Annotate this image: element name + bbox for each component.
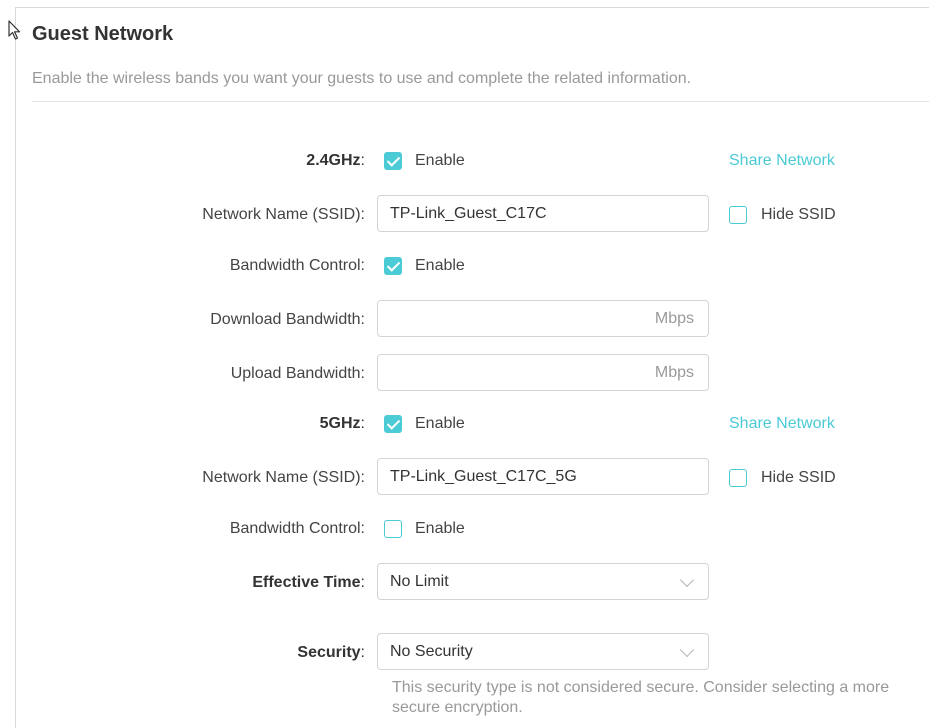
- security-row: Security: No Security: [0, 633, 929, 673]
- security-value: No Security: [390, 643, 473, 660]
- effective-time-row: Effective Time: No Limit: [0, 563, 929, 603]
- effective-time-value: No Limit: [390, 573, 449, 590]
- security-select[interactable]: No Security: [377, 633, 709, 670]
- band-5-bandwidth-control-row: Bandwidth Control: Enable: [0, 509, 929, 549]
- band-5-hide-ssid-label: Hide SSID: [761, 469, 836, 486]
- page-description: Enable the wireless bands you want your …: [32, 70, 692, 87]
- band-24-ssid-row: Network Name (SSID): TP-Link_Guest_C17C …: [0, 195, 929, 235]
- band-24-row: 2.4GHz: Enable Share Network: [0, 141, 929, 181]
- band-24-enable-checkbox[interactable]: [384, 152, 402, 170]
- band-5-bandwidth-control-checkbox[interactable]: [384, 520, 402, 538]
- band-5-bandwidth-control-enable-label: Enable: [415, 520, 465, 537]
- band-5-enable-label: Enable: [415, 415, 465, 432]
- panel-top-border: [15, 7, 929, 8]
- section-divider: [32, 101, 929, 102]
- band-24-ssid-input[interactable]: TP-Link_Guest_C17C: [377, 195, 709, 232]
- band-5-hide-ssid-checkbox[interactable]: [729, 469, 747, 487]
- upload-bandwidth-input[interactable]: Mbps: [377, 354, 709, 391]
- band-5-share-network-link[interactable]: Share Network: [729, 404, 835, 444]
- effective-time-select[interactable]: No Limit: [377, 563, 709, 600]
- download-bandwidth-label: Download Bandwidth:: [210, 311, 365, 328]
- band-24-bandwidth-control-enable-label: Enable: [415, 257, 465, 274]
- band-5-enable-checkbox[interactable]: [384, 415, 402, 433]
- band-5-label: 5GHz:: [319, 415, 365, 432]
- security-label: Security:: [297, 644, 365, 661]
- upload-bandwidth-row: Upload Bandwidth: Mbps: [0, 354, 929, 394]
- band-24-bandwidth-control-row: Bandwidth Control: Enable: [0, 246, 929, 286]
- band-24-bandwidth-control-checkbox[interactable]: [384, 257, 402, 275]
- upload-bandwidth-label: Upload Bandwidth:: [230, 365, 365, 382]
- download-bandwidth-row: Download Bandwidth: Mbps: [0, 300, 929, 340]
- band-5-row: 5GHz: Enable Share Network: [0, 404, 929, 444]
- security-warning-note: This security type is not considered sec…: [392, 679, 890, 716]
- band-24-label: 2.4GHz:: [306, 152, 365, 169]
- page-title: Guest Network: [32, 23, 174, 45]
- chevron-down-icon: [679, 572, 695, 588]
- download-bandwidth-unit: Mbps: [654, 310, 694, 327]
- chevron-down-icon: [679, 642, 695, 658]
- band-24-hide-ssid-label: Hide SSID: [761, 206, 836, 223]
- band-5-bandwidth-control-label: Bandwidth Control:: [229, 520, 365, 537]
- band-5-ssid-input[interactable]: TP-Link_Guest_C17C_5G: [377, 458, 709, 495]
- mouse-pointer-icon: [8, 20, 21, 40]
- band-5-ssid-row: Network Name (SSID): TP-Link_Guest_C17C_…: [0, 458, 929, 498]
- upload-bandwidth-unit: Mbps: [654, 364, 694, 381]
- band-24-hide-ssid-checkbox[interactable]: [729, 206, 747, 224]
- download-bandwidth-input[interactable]: Mbps: [377, 300, 709, 337]
- band-24-share-network-link[interactable]: Share Network: [729, 141, 835, 181]
- effective-time-label: Effective Time:: [252, 574, 365, 591]
- band-5-ssid-label: Network Name (SSID):: [202, 469, 365, 486]
- band-24-bandwidth-control-label: Bandwidth Control:: [229, 257, 365, 274]
- band-24-ssid-label: Network Name (SSID):: [202, 206, 365, 223]
- band-24-enable-label: Enable: [415, 152, 465, 169]
